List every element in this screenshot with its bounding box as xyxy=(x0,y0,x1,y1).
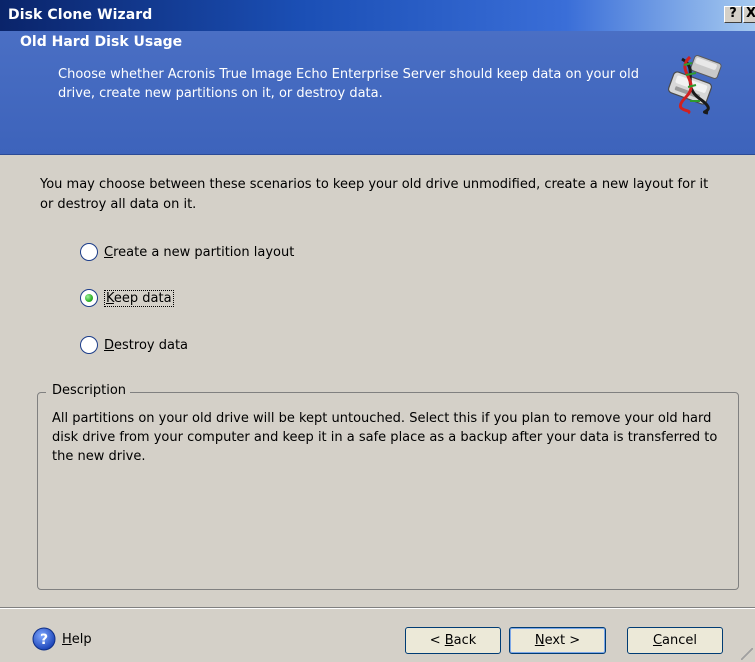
disk-clone-wizard-window: Disk Clone Wizard ? X Old Hard Disk Usag… xyxy=(0,0,755,662)
title-close-button[interactable]: X xyxy=(743,6,755,23)
radio-button-checked[interactable] xyxy=(80,289,98,307)
page-title: Old Hard Disk Usage xyxy=(20,34,183,50)
radio-label[interactable]: Create a new partition layout xyxy=(104,245,294,260)
footer-divider-highlight xyxy=(0,608,755,609)
radio-button[interactable] xyxy=(80,336,98,354)
help-icon[interactable]: ? xyxy=(32,627,56,651)
cancel-button[interactable]: Cancel xyxy=(627,627,723,654)
title-bar[interactable]: Disk Clone Wizard ? X xyxy=(0,0,755,31)
help-link[interactable]: Help xyxy=(62,632,92,647)
description-legend: Description xyxy=(46,383,131,398)
radio-keep-data[interactable]: Keep data xyxy=(80,287,174,309)
radio-destroy-data[interactable]: Destroy data xyxy=(80,334,188,356)
page-description: Choose whether Acronis True Image Echo E… xyxy=(58,67,640,101)
back-button[interactable]: < Back xyxy=(405,627,501,654)
radio-create-partition-layout[interactable]: Create a new partition layout xyxy=(80,241,294,263)
window-title: Disk Clone Wizard xyxy=(8,7,153,23)
title-help-button[interactable]: ? xyxy=(724,6,742,23)
radio-label[interactable]: Destroy data xyxy=(104,338,188,353)
disk-clone-icon xyxy=(667,55,722,115)
intro-text: You may choose between these scenarios t… xyxy=(40,177,709,212)
svg-text:?: ? xyxy=(40,632,48,648)
radio-button[interactable] xyxy=(80,243,98,261)
next-button[interactable]: Next > xyxy=(509,627,606,654)
description-text: All partitions on your old drive will be… xyxy=(52,411,718,464)
radio-label[interactable]: Keep data xyxy=(104,289,174,307)
resize-grip[interactable] xyxy=(741,648,753,660)
